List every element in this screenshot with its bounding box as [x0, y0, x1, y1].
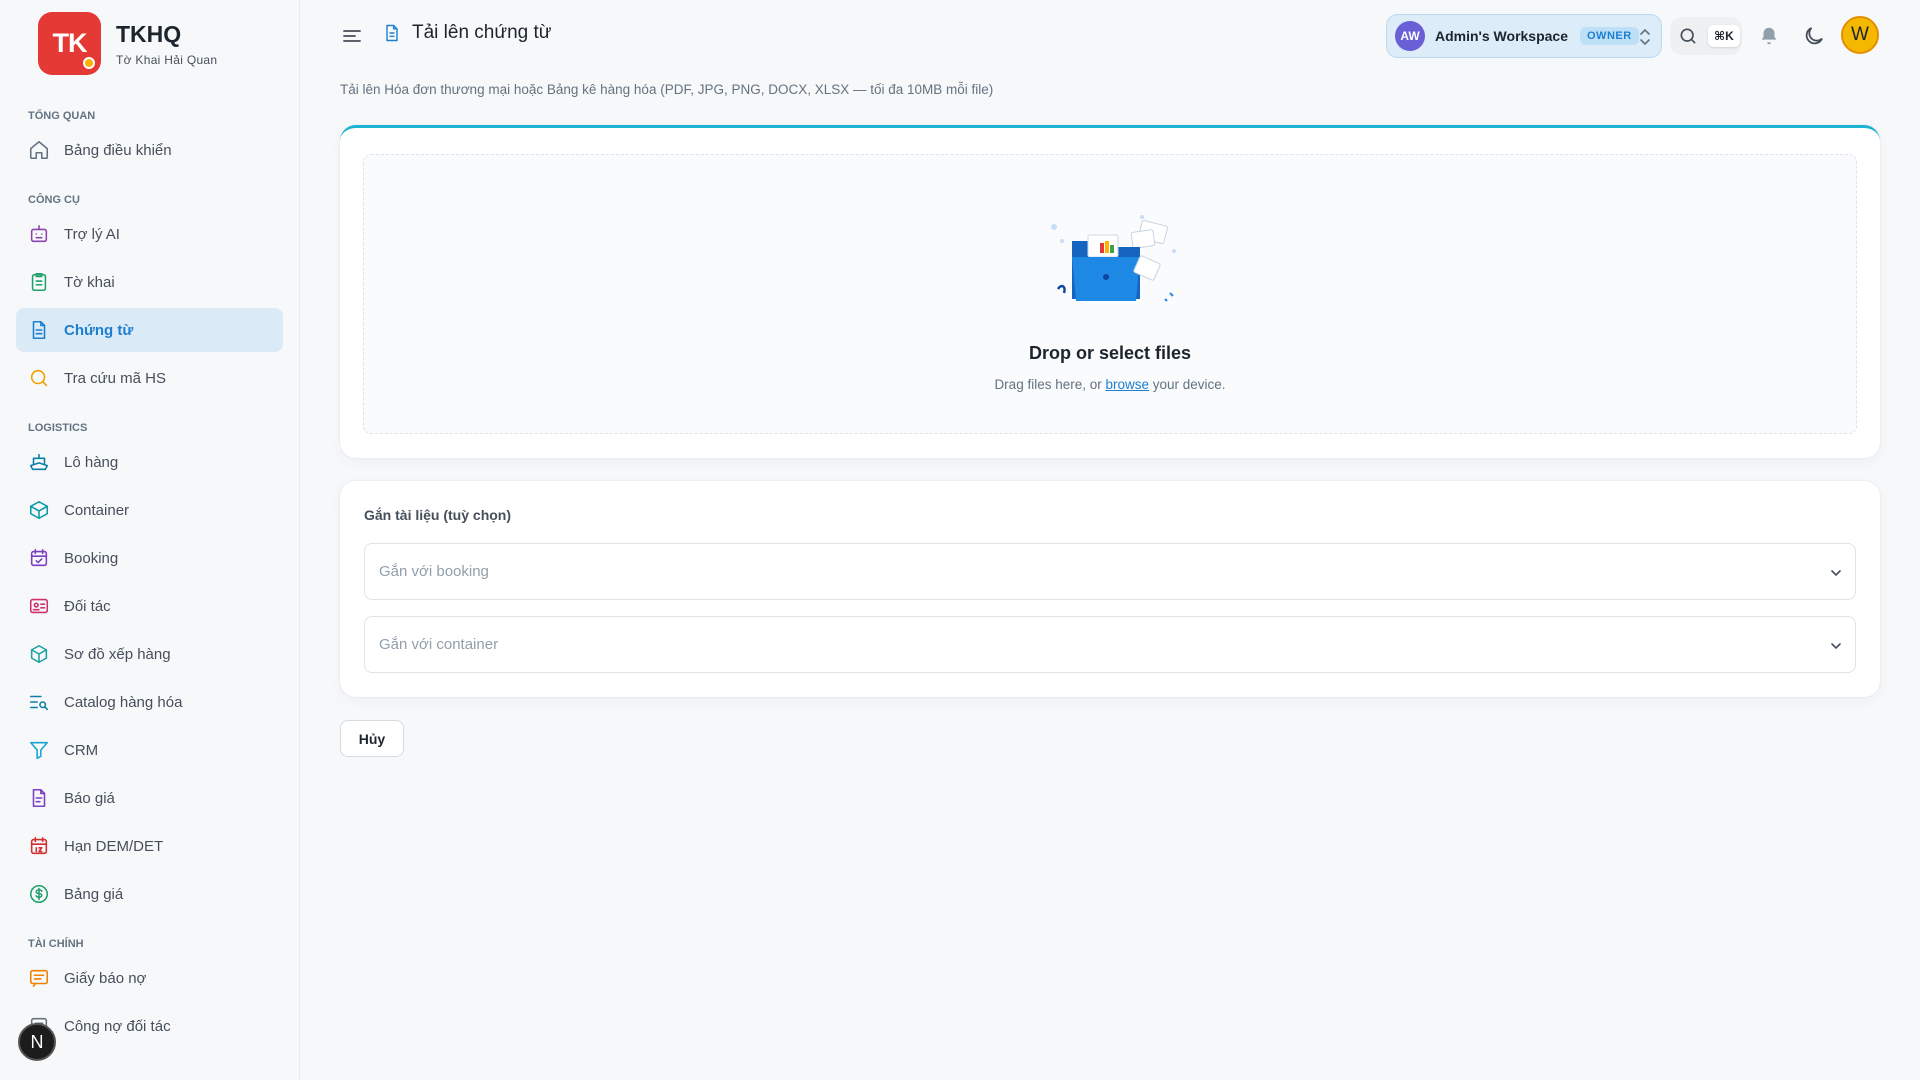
sidebar-item-label: Booking	[64, 549, 119, 567]
workspace-avatar: AW	[1395, 21, 1425, 51]
sidebar-item-declarations[interactable]: Tờ khai	[16, 260, 283, 304]
menu-icon	[343, 30, 361, 42]
dropzone-text-after: your device.	[1149, 377, 1226, 392]
workspace-name: Admin's Workspace	[1435, 28, 1568, 44]
sidebar-item-label: Báo giá	[64, 789, 115, 807]
moon-icon	[1805, 27, 1823, 45]
calendar-12-icon	[28, 835, 50, 857]
sidebar-item-dashboard[interactable]: Bảng điều khiển	[16, 128, 283, 172]
cube-icon	[28, 643, 50, 665]
user-avatar[interactable]: W	[1841, 16, 1879, 54]
sidebar-nav: Tổng quan Bảng điều khiển Công cụ Trợ lý…	[16, 96, 283, 1048]
sidebar-item-documents[interactable]: Chứng từ	[16, 308, 283, 352]
sidebar-item-hs-lookup[interactable]: Tra cứu mã HS	[16, 356, 283, 400]
sidebar-item-label: Sơ đồ xếp hàng	[64, 645, 171, 663]
dropzone-subtitle: Drag files here, or browse your device.	[364, 377, 1856, 392]
page-description: Tải lên Hóa đơn thương mại hoặc Bảng kê …	[340, 82, 994, 97]
booking-select[interactable]: Gắn với booking	[364, 543, 1856, 600]
brand-subtitle: Tờ Khai Hải Quan	[116, 52, 218, 67]
home-icon	[28, 139, 50, 161]
clipboard-icon	[28, 271, 50, 293]
calendar-check-icon	[28, 547, 50, 569]
sidebar-item-label: Bảng điều khiển	[64, 141, 172, 159]
workspace-switcher[interactable]: AW Admin's Workspace OWNER	[1386, 14, 1662, 58]
app-logo: TK	[38, 12, 101, 75]
notifications-button[interactable]	[1758, 24, 1780, 48]
logo-dot	[83, 57, 95, 69]
message-lines-icon	[28, 967, 50, 989]
id-card-icon	[28, 595, 50, 617]
sidebar-item-label: Container	[64, 501, 130, 519]
chevron-down-icon	[1831, 570, 1841, 577]
sidebar-item-booking[interactable]: Booking	[16, 536, 283, 580]
section-label-logistics: Logistics	[28, 422, 88, 434]
section-label-finance: Tài chính	[28, 938, 84, 950]
sidebar-item-label: Giấy báo nợ	[64, 969, 147, 987]
workspace-role-badge: OWNER	[1580, 27, 1639, 45]
container-select[interactable]: Gắn với container	[364, 616, 1856, 673]
browse-link[interactable]: browse	[1105, 377, 1149, 392]
sidebar-item-label: Công nợ đối tác	[64, 1017, 171, 1035]
sidebar-item-label: Hạn DEM/DET	[64, 837, 164, 855]
dropzone-text-before: Drag files here, or	[994, 377, 1106, 392]
sidebar-item-crm[interactable]: CRM	[16, 728, 283, 772]
bell-icon	[1761, 27, 1777, 45]
sidebar-item-loading-plan[interactable]: Sơ đồ xếp hàng	[16, 632, 283, 676]
theme-toggle-button[interactable]	[1802, 24, 1826, 48]
funnel-icon	[28, 739, 50, 761]
robot-icon	[28, 223, 50, 245]
document-icon	[28, 319, 50, 341]
menu-toggle-button[interactable]	[340, 24, 364, 48]
chevron-down-icon	[1831, 643, 1841, 650]
page-title-area: Tải lên chứng từ	[382, 22, 552, 44]
sidebar-item-label: Tờ khai	[64, 273, 115, 291]
sidebar-item-label: Chứng từ	[64, 321, 134, 339]
sidebar-item-dem-det[interactable]: Hạn DEM/DET	[16, 824, 283, 868]
attach-section-label: Gắn tài liệu (tuỳ chọn)	[364, 507, 512, 523]
dollar-circle-icon	[28, 883, 50, 905]
sidebar: TK TKHQ Tờ Khai Hải Quan Tổng quan Bảng …	[0, 0, 300, 1080]
sidebar-item-quotes[interactable]: Báo giá	[16, 776, 283, 820]
chevron-up-down-icon	[1640, 28, 1650, 46]
cancel-button[interactable]: Hủy	[340, 720, 404, 757]
sidebar-item-partner-debts[interactable]: Công nợ đối tác	[16, 1004, 283, 1048]
page-title: Tải lên chứng từ	[412, 22, 552, 43]
booking-select-placeholder: Gắn với booking	[379, 563, 489, 580]
document-icon	[386, 24, 398, 42]
brand[interactable]: TK TKHQ Tờ Khai Hải Quan	[38, 12, 217, 75]
sidebar-item-shipments[interactable]: Lô hàng	[16, 440, 283, 484]
sidebar-item-catalog[interactable]: Catalog hàng hóa	[16, 680, 283, 724]
sidebar-item-label: Trợ lý AI	[64, 225, 120, 243]
section-label-tools: Công cụ	[28, 194, 80, 206]
sidebar-item-debit-notes[interactable]: Giấy báo nợ	[16, 956, 283, 1000]
quote-doc-icon	[28, 787, 50, 809]
dropzone-title: Drop or select files	[1028, 343, 1192, 363]
upload-card: Drop or select files Drag files here, or…	[340, 125, 1880, 458]
search-shortcut: ⌘K	[1708, 25, 1740, 47]
floating-n-badge[interactable]: N	[18, 1023, 56, 1061]
list-search-icon	[28, 691, 50, 713]
sidebar-item-label: Lô hàng	[64, 453, 119, 471]
logo-text: TK	[52, 28, 88, 58]
ship-icon	[28, 451, 50, 473]
sidebar-item-label: CRM	[64, 741, 99, 759]
sidebar-item-container[interactable]: Container	[16, 488, 283, 532]
container-select-placeholder: Gắn với container	[379, 636, 499, 653]
file-dropzone[interactable]: Drop or select files Drag files here, or…	[363, 154, 1857, 434]
section-label-overview: Tổng quan	[28, 110, 96, 122]
sidebar-item-partners[interactable]: Đối tác	[16, 584, 283, 628]
sidebar-item-label: Đối tác	[64, 597, 111, 615]
search-icon	[28, 367, 50, 389]
brand-title: TKHQ	[116, 20, 182, 47]
box-icon	[28, 499, 50, 521]
search-button[interactable]: ⌘K	[1670, 17, 1742, 55]
sidebar-item-label: Bảng giá	[64, 885, 124, 903]
sidebar-item-ai-assistant[interactable]: Trợ lý AI	[16, 212, 283, 256]
sidebar-item-price-list[interactable]: Bảng giá	[16, 872, 283, 916]
sidebar-item-label: Catalog hàng hóa	[64, 693, 183, 711]
sidebar-item-label: Tra cứu mã HS	[64, 369, 167, 387]
attach-card: Gắn tài liệu (tuỳ chọn) Gắn với booking …	[340, 481, 1880, 697]
folder-upload-illustration	[1051, 215, 1176, 302]
search-icon	[1680, 28, 1696, 44]
